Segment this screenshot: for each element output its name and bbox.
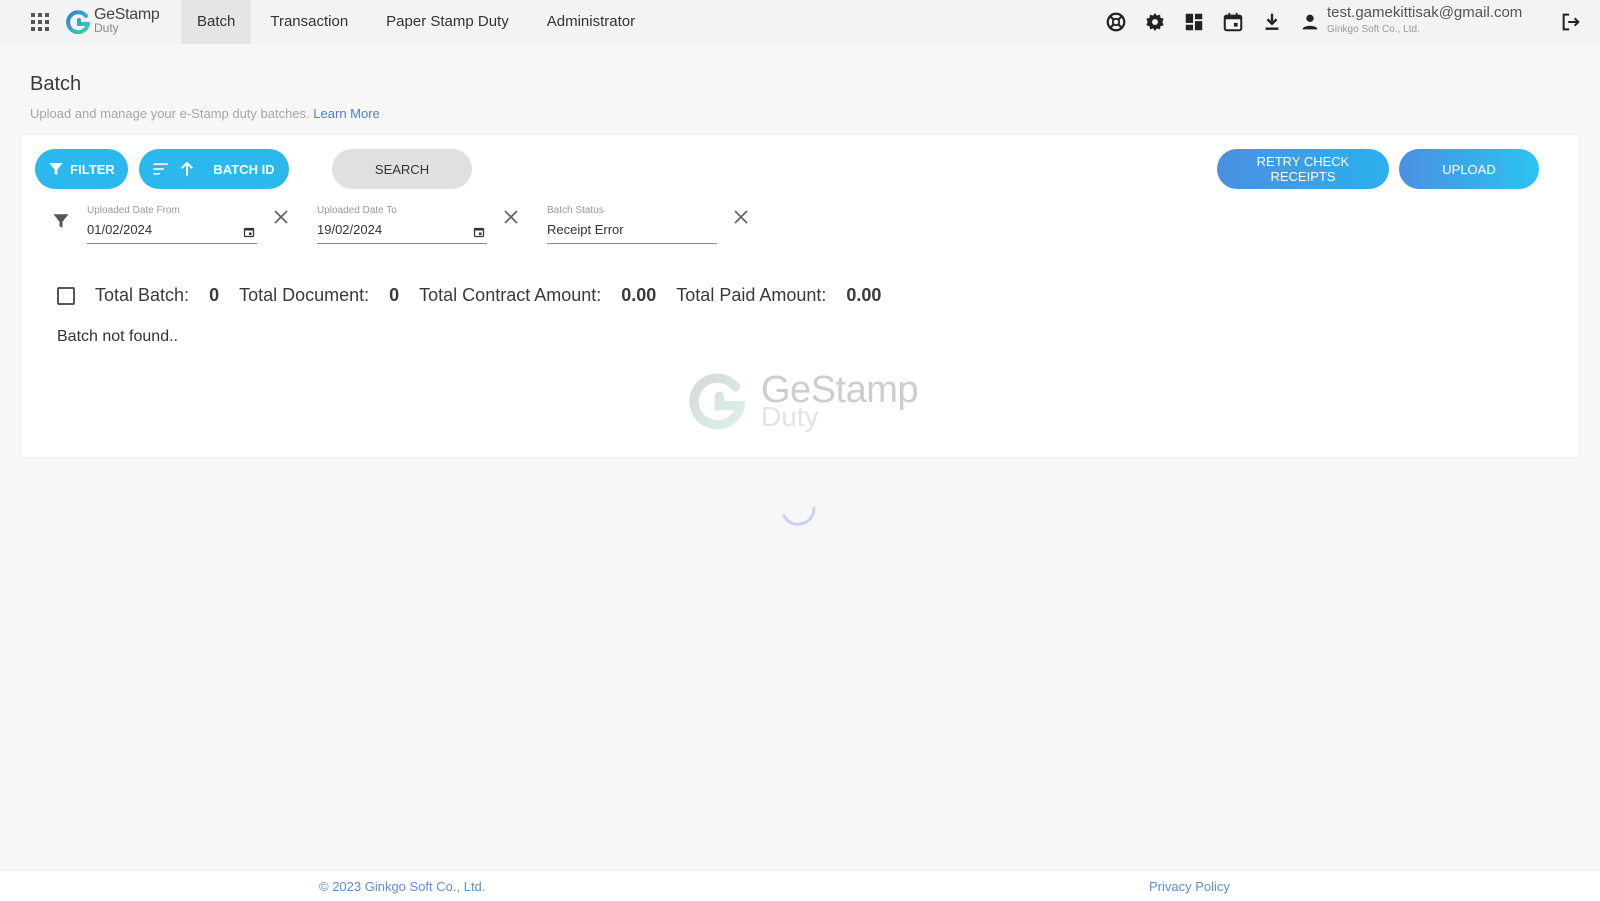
footer: © 2023 Ginkgo Soft Co., Ltd. Privacy Pol… — [0, 870, 1600, 901]
nav-administrator[interactable]: Administrator — [528, 0, 654, 44]
uploaded-date-from-field[interactable]: Uploaded Date From 01/02/2024 — [87, 205, 257, 244]
sort-button-label: BATCH ID — [213, 161, 275, 177]
page-subtitle: Upload and manage your e-Stamp duty batc… — [30, 106, 380, 121]
clear-date-to-icon[interactable] — [503, 209, 519, 225]
watermark-logo: GeStamp Duty — [689, 369, 931, 432]
gestamp-logo-icon — [66, 10, 90, 34]
total-paid-label: Total Paid Amount: — [676, 285, 827, 305]
clear-status-icon[interactable] — [733, 209, 749, 225]
uploaded-date-to-field[interactable]: Uploaded Date To 19/02/2024 — [317, 205, 487, 244]
total-document-label: Total Document: — [239, 285, 370, 305]
watermark-line2: Duty — [761, 401, 819, 432]
settings-icon[interactable] — [1144, 11, 1166, 33]
batch-status-field[interactable]: Batch Status Receipt Error — [547, 205, 717, 244]
user-email: test.gamekittisak@gmail.com — [1327, 4, 1523, 21]
logo-line2: Duty — [94, 21, 119, 35]
total-paid-value: 0.00 — [846, 285, 882, 305]
top-bar: GeStamp Duty Batch Transaction Paper Sta… — [0, 0, 1600, 44]
footer-copyright: © 2023 Ginkgo Soft Co., Ltd. — [319, 879, 486, 894]
clear-date-from-icon[interactable] — [273, 209, 289, 225]
retry-check-receipts-button[interactable]: RETRY CHECK RECEIPTS — [1217, 149, 1389, 189]
field-label: Batch Status — [547, 205, 604, 216]
filter-button-label: FILTER — [70, 161, 115, 177]
privacy-policy-link[interactable]: Privacy Policy — [1149, 879, 1230, 894]
user-info[interactable]: test.gamekittisak@gmail.com Ginkgo Soft … — [1327, 4, 1522, 35]
total-batch-value: 0 — [209, 285, 220, 305]
total-contract-value: 0.00 — [621, 285, 657, 305]
dashboard-icon[interactable] — [1183, 11, 1205, 33]
total-batch-label: Total Batch: — [95, 285, 190, 305]
field-value: Receipt Error — [547, 222, 624, 237]
nav-paper-stamp-duty[interactable]: Paper Stamp Duty — [367, 0, 528, 44]
batch-summary: Total Batch: 0 Total Document: 0 Total C… — [57, 285, 901, 306]
user-org: Ginkgo Soft Co., Ltd. — [1327, 24, 1420, 35]
sort-batch-id-button[interactable]: BATCH ID — [139, 149, 289, 189]
field-value: 01/02/2024 — [87, 222, 153, 237]
empty-message: Batch not found.. — [57, 328, 178, 345]
gestamp-watermark-icon — [689, 373, 745, 429]
search-button[interactable]: SEARCH — [332, 149, 472, 189]
loading-spinner — [782, 506, 816, 526]
select-all-checkbox[interactable] — [57, 286, 75, 305]
app-logo[interactable]: GeStamp Duty — [66, 6, 174, 38]
calendar-picker-icon[interactable] — [473, 226, 485, 238]
upload-button[interactable]: UPLOAD — [1399, 149, 1539, 189]
arrow-up-icon — [181, 161, 194, 176]
sort-icon — [153, 163, 169, 175]
calendar-picker-icon[interactable] — [243, 226, 255, 238]
filter-button[interactable]: FILTER — [35, 149, 128, 189]
calendar-icon[interactable] — [1222, 11, 1244, 33]
page-title: Batch — [30, 73, 82, 95]
subtitle-text: Upload and manage your e-Stamp duty batc… — [30, 106, 310, 121]
batch-card: FILTER BATCH ID SEARCH RETRY CHECK RECEI… — [20, 134, 1580, 458]
user-icon — [1302, 14, 1318, 30]
total-contract-label: Total Contract Amount: — [419, 285, 602, 305]
support-icon[interactable] — [1105, 11, 1127, 33]
filter-funnel-icon — [53, 214, 69, 228]
apps-grid-icon[interactable] — [31, 13, 49, 31]
field-label: Uploaded Date From — [87, 205, 180, 216]
field-label: Uploaded Date To — [317, 205, 397, 216]
download-icon[interactable] — [1261, 11, 1283, 33]
main-nav: Batch Transaction Paper Stamp Duty Admin… — [181, 0, 654, 44]
total-document-value: 0 — [389, 285, 400, 305]
nav-transaction[interactable]: Transaction — [251, 0, 367, 44]
filter-icon — [49, 163, 63, 175]
nav-batch[interactable]: Batch — [181, 0, 252, 44]
logout-icon[interactable] — [1560, 11, 1582, 33]
field-value: 19/02/2024 — [317, 222, 383, 237]
learn-more-link[interactable]: Learn More — [313, 106, 379, 121]
